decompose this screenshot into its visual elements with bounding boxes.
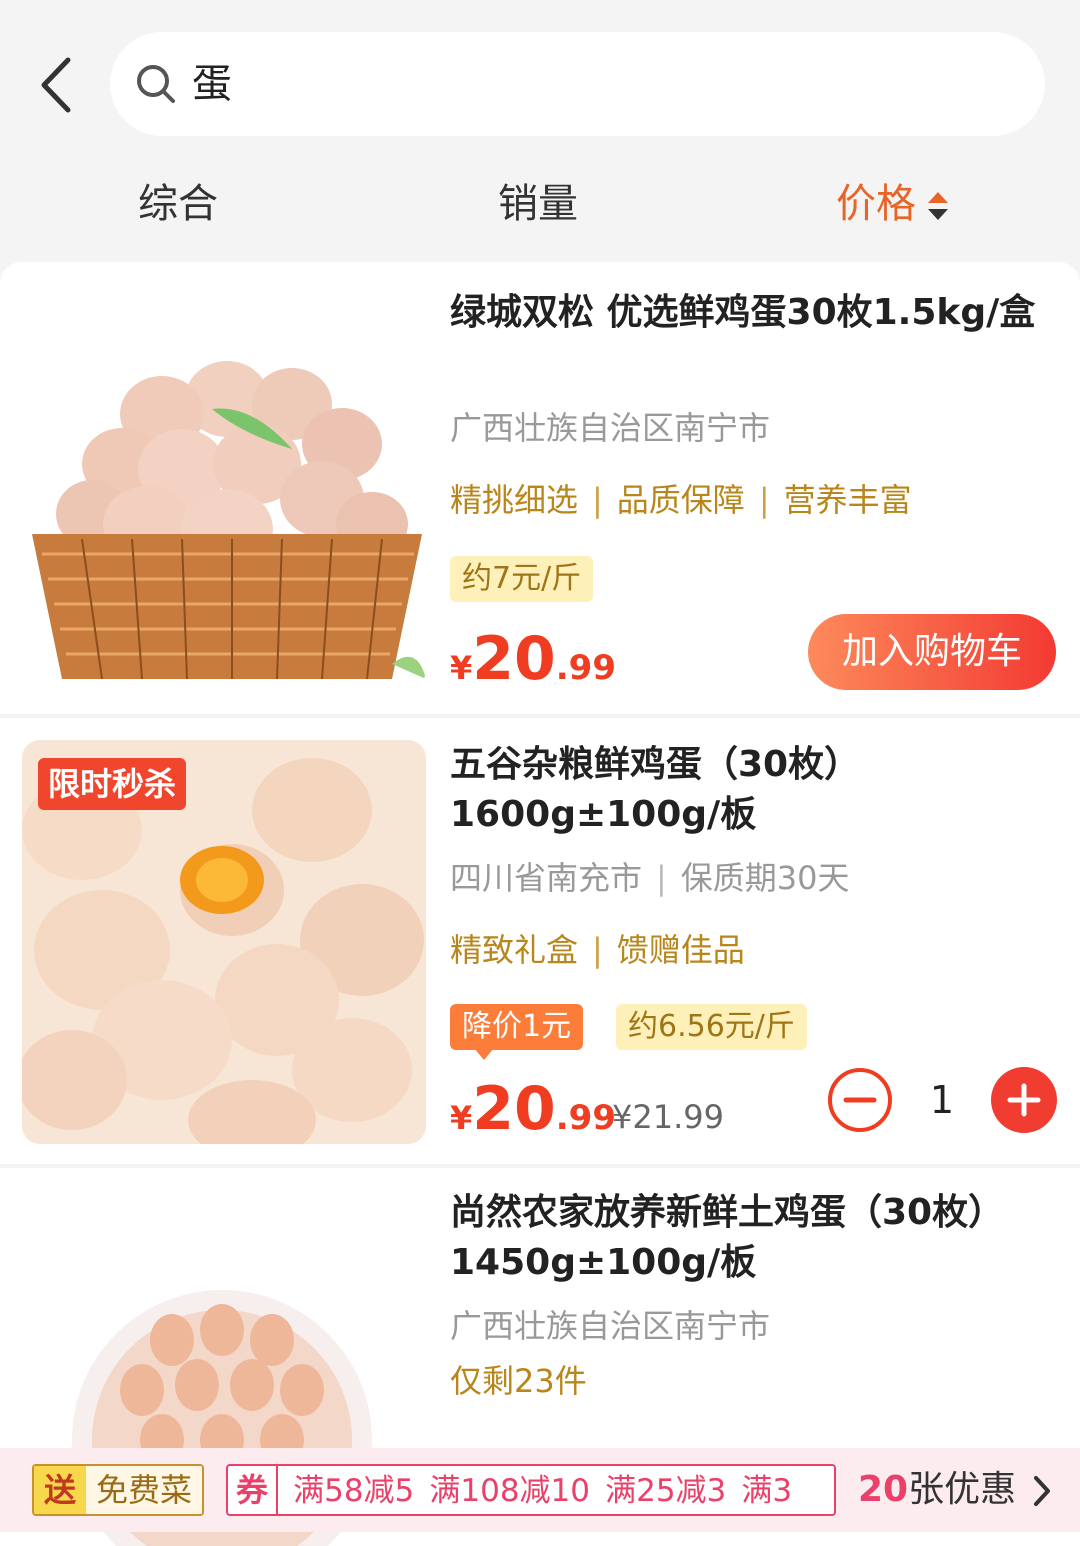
product-tags: 精致礼盒 | 馈赠佳品 (450, 931, 745, 969)
product-location: 广西壮族自治区南宁市 (450, 409, 771, 447)
tab-price[interactable]: 价格 (836, 176, 916, 232)
sort-updown-icon[interactable] (926, 190, 950, 222)
coupon-count[interactable]: 20张优惠 (858, 1466, 1016, 1514)
tag: 品质保障 (616, 481, 745, 519)
tag: 营养丰富 (783, 481, 912, 519)
coupon-item: 满25减3 (605, 1473, 727, 1509)
tag: 精挑细选 (450, 481, 579, 519)
coupon-item: 满58减5 (293, 1473, 415, 1509)
tab-sales[interactable]: 销量 (498, 176, 578, 232)
product-title[interactable]: 五谷杂粮鲜鸡蛋（30枚）1600g±100g/板 (450, 740, 1050, 840)
tag: 馈赠佳品 (616, 931, 745, 969)
stock-remaining: 仅剩23件 (450, 1362, 587, 1400)
price-integer: 20 (472, 624, 556, 694)
promo-bar[interactable]: 送 免费菜 券 满58减5 满108减10 满25减3 满3 20张优惠 (0, 1448, 1080, 1532)
tag: 精致礼盒 (450, 931, 579, 969)
coupon-strip[interactable]: 券 满58减5 满108减10 满25减3 满3 (226, 1464, 836, 1516)
unit-price-badge: 约7元/斤 (450, 556, 594, 602)
egg-basket-illustration (22, 284, 426, 688)
coupon-item: 满3 (741, 1473, 793, 1509)
product-tags: 精挑细选 | 品质保障 | 营养丰富 (450, 481, 912, 519)
coupon-tag: 券 (228, 1466, 279, 1514)
location-text: 四川省南充市 (450, 859, 643, 897)
price-drop-badge: 降价1元 (450, 1004, 584, 1060)
gift-tag: 送 (34, 1466, 86, 1514)
sort-tabs: 综合 销量 价格 (0, 170, 1080, 240)
chevron-right-icon[interactable] (1030, 1474, 1054, 1508)
product-price: ¥20.99 (450, 1074, 616, 1144)
product-card[interactable]: 绿城双松 优选鲜鸡蛋30枚1.5kg/盒 广西壮族自治区南宁市 精挑细选 | 品质保… (0, 262, 1080, 714)
gift-label: 免费菜 (86, 1466, 203, 1514)
add-to-cart-button[interactable]: 加入购物车 (808, 614, 1056, 690)
search-input[interactable]: 蛋 (192, 60, 232, 108)
search-icon (137, 65, 175, 103)
chevron-left-icon (41, 57, 71, 113)
unit-price-badge: 约6.56元/斤 (616, 1004, 807, 1050)
back-button[interactable] (30, 50, 90, 120)
shelf-life-text: 保质期30天 (680, 859, 850, 897)
product-title[interactable]: 尚然农家放养新鲜土鸡蛋（30枚）1450g±100g/板 (450, 1188, 1050, 1288)
product-location: 广西壮族自治区南宁市 (450, 1307, 771, 1345)
flash-sale-badge: 限时秒杀 (38, 758, 187, 810)
product-location: 四川省南充市 | 保质期30天 (450, 859, 850, 897)
product-card[interactable]: 限时秒杀 五谷杂粮鲜鸡蛋（30枚）1600g±100g/板 四川省南充市 | 保质期… (0, 718, 1080, 1164)
product-image-egg-basket[interactable] (22, 284, 426, 688)
price-decimal: .99 (555, 648, 616, 688)
product-title[interactable]: 绿城双松 优选鲜鸡蛋30枚1.5kg/盒 (450, 288, 1050, 338)
product-image-eggs[interactable]: 限时秒杀 (22, 740, 426, 1144)
coupon-count-number: 20 (858, 1469, 909, 1510)
original-price: ¥21.99 (612, 1098, 724, 1136)
search-bar[interactable]: 蛋 (110, 32, 1045, 136)
minus-icon[interactable] (826, 1066, 894, 1134)
price-currency: ¥ (450, 1099, 473, 1137)
product-price: ¥20.99 (450, 624, 616, 694)
free-gift-badge[interactable]: 送 免费菜 (32, 1464, 205, 1516)
price-currency: ¥ (450, 649, 473, 687)
coupon-count-suffix: 张优惠 (908, 1469, 1017, 1510)
tab-overall[interactable]: 综合 (138, 176, 218, 232)
price-decimal: .99 (555, 1098, 616, 1138)
coupon-item: 满108减10 (429, 1473, 590, 1509)
quantity-value: 1 (929, 1078, 955, 1122)
plus-icon[interactable] (990, 1066, 1058, 1134)
header: 蛋 综合 销量 价格 (0, 0, 1080, 260)
price-integer: 20 (472, 1074, 556, 1144)
